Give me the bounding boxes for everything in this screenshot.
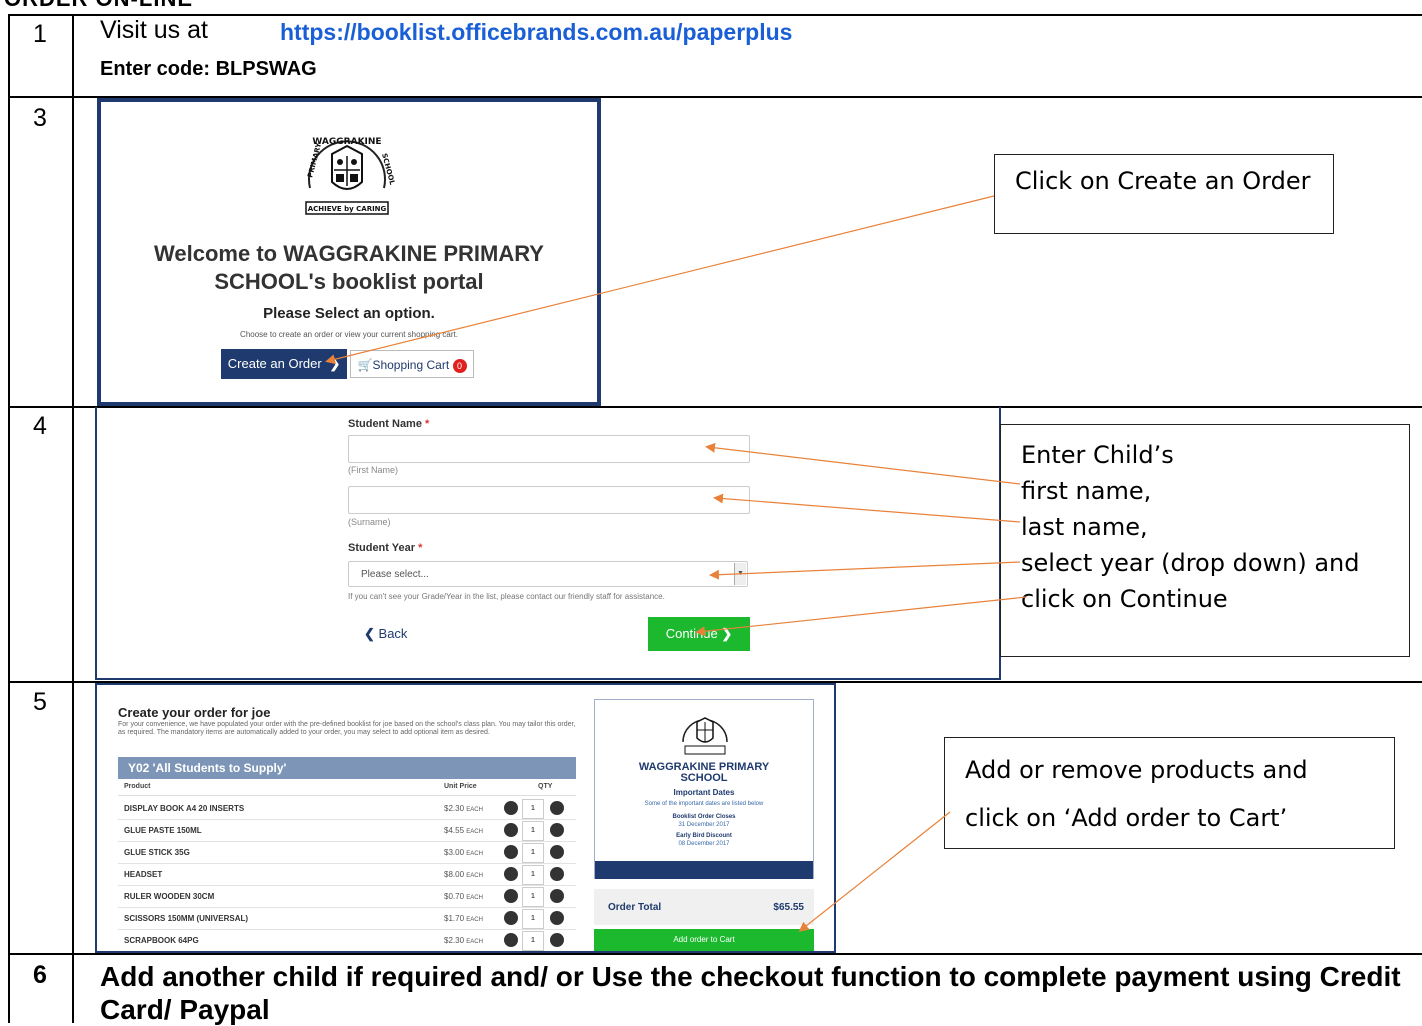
arrow-year	[709, 561, 1021, 580]
annotation-arrows	[325, 195, 1027, 932]
arrow-continue	[695, 596, 1027, 637]
arrow-last-name	[713, 493, 1021, 523]
arrow-create-order	[325, 195, 995, 365]
arrow-first-name	[705, 442, 1021, 485]
arrow-add-to-cart	[798, 811, 951, 932]
